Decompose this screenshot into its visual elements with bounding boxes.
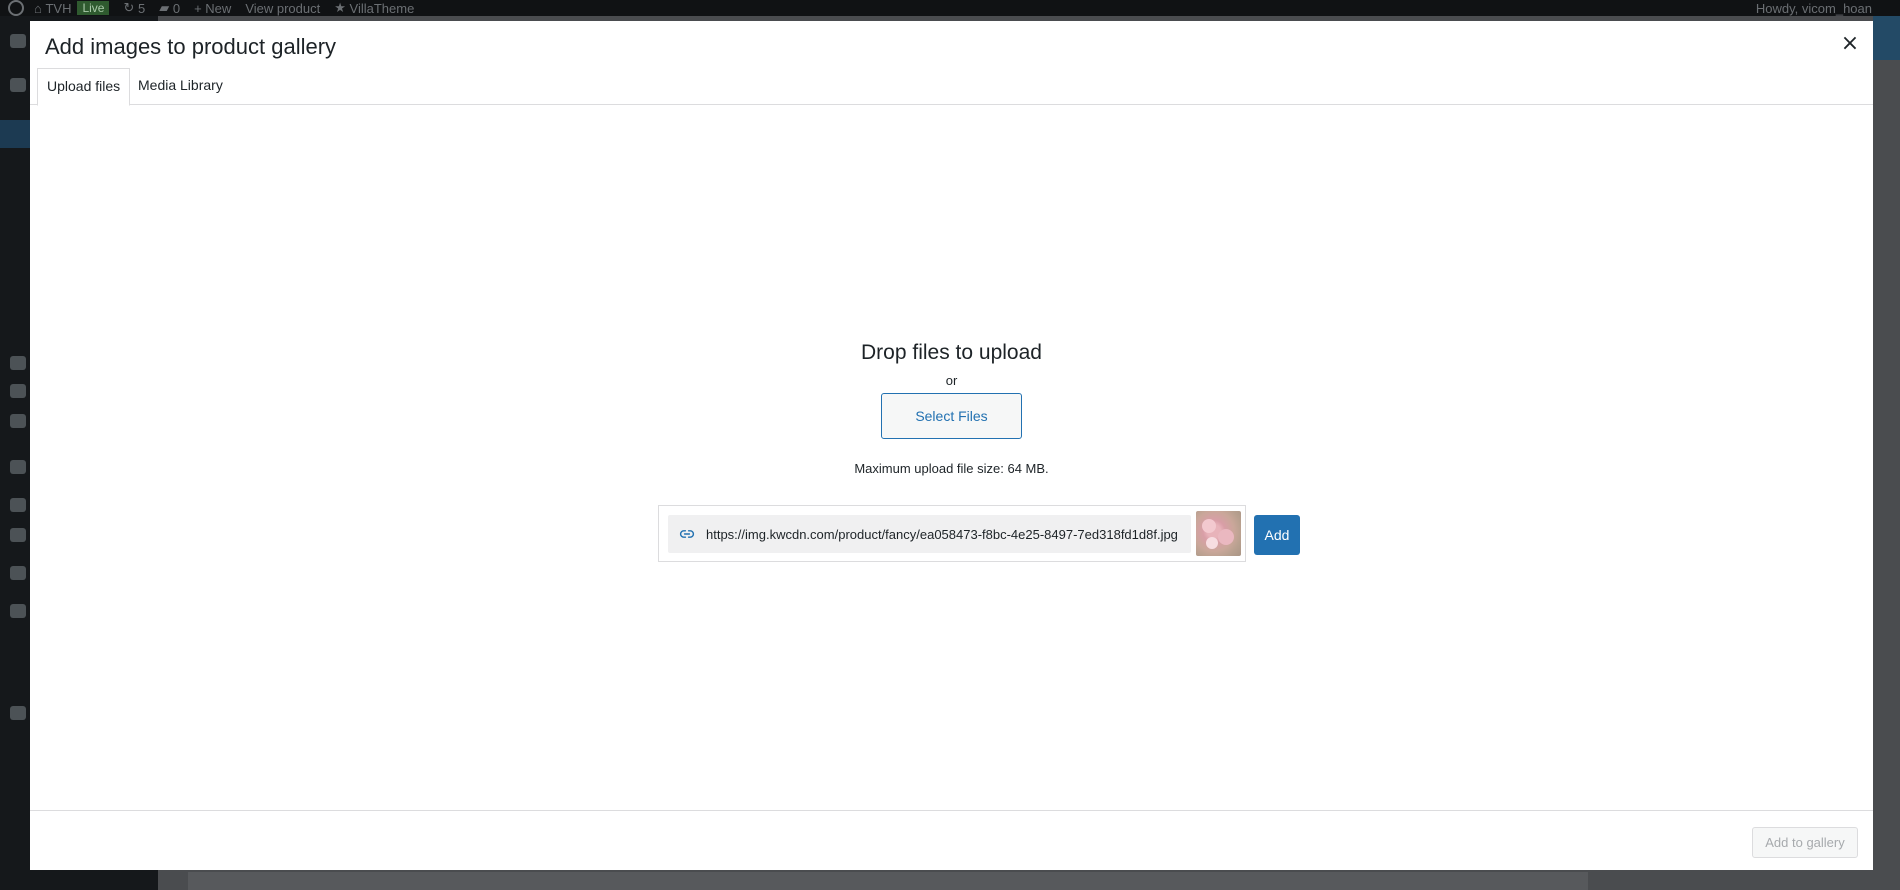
updates-icon: ↻ bbox=[123, 0, 138, 15]
users-icon bbox=[10, 566, 26, 580]
admin-bar-plugin[interactable]: ★ VillaTheme bbox=[334, 0, 414, 16]
site-name: TVH bbox=[45, 0, 72, 16]
woocommerce-icon bbox=[10, 78, 26, 92]
tools-icon bbox=[10, 604, 26, 618]
plugins-icon bbox=[10, 528, 26, 542]
upload-dropzone[interactable]: Drop files to upload or Select Files Max… bbox=[30, 341, 1873, 476]
image-thumbnail bbox=[1196, 511, 1241, 556]
plus-icon: + bbox=[194, 0, 206, 16]
close-button[interactable]: × bbox=[1837, 31, 1863, 57]
admin-bar-account[interactable]: Howdy, vicom_hoan bbox=[1756, 0, 1872, 16]
add-url-button[interactable]: Add bbox=[1254, 515, 1300, 555]
comments-count: 0 bbox=[172, 0, 181, 16]
admin-bar-view-product[interactable]: View product bbox=[245, 0, 320, 16]
admin-bar-updates[interactable]: ↻ 5 bbox=[123, 0, 145, 16]
admin-bar: ⌂ TVH Live ↻ 5 ▰ 0 + New View product ★ … bbox=[0, 0, 1900, 16]
new-label: New bbox=[205, 0, 232, 16]
tab-media-library[interactable]: Media Library bbox=[129, 68, 232, 105]
url-field[interactable] bbox=[668, 515, 1191, 553]
star-icon: ★ bbox=[334, 0, 350, 15]
settings-icon bbox=[10, 498, 26, 512]
link-icon bbox=[679, 530, 695, 538]
or-text: or bbox=[945, 373, 958, 388]
plugin-label: VillaTheme bbox=[349, 0, 415, 16]
backdrop-panel bbox=[188, 872, 1588, 890]
media-modal: Add images to product gallery × Upload f… bbox=[30, 21, 1873, 870]
tab-upload-files[interactable]: Upload files bbox=[37, 68, 131, 106]
live-badge: Live bbox=[77, 1, 110, 15]
modal-footer: Add to gallery bbox=[30, 810, 1873, 870]
updates-count: 5 bbox=[138, 0, 146, 16]
dashboard-icon bbox=[10, 34, 26, 48]
select-files-button[interactable]: Select Files bbox=[881, 393, 1022, 439]
admin-bar-site[interactable]: ⌂ TVH Live bbox=[34, 0, 110, 16]
admin-bar-comments[interactable]: ▰ 0 bbox=[159, 0, 180, 16]
collapse-icon bbox=[10, 706, 26, 720]
payments-icon bbox=[10, 356, 26, 370]
add-to-gallery-button[interactable]: Add to gallery bbox=[1752, 827, 1858, 858]
drop-files-title: Drop files to upload bbox=[861, 341, 1042, 364]
media-tabs: Upload files Media Library bbox=[30, 68, 1873, 106]
admin-bar-new[interactable]: + New bbox=[194, 0, 231, 16]
backdrop-accent bbox=[1873, 16, 1900, 60]
url-import-box bbox=[658, 505, 1246, 562]
appearance-icon bbox=[10, 460, 26, 474]
modal-title: Add images to product gallery bbox=[45, 34, 337, 59]
image-url-input[interactable] bbox=[706, 515, 1188, 553]
max-upload-size: Maximum upload file size: 64 MB. bbox=[854, 461, 1049, 476]
marketing-icon bbox=[10, 414, 26, 428]
analytics-icon bbox=[10, 384, 26, 398]
home-icon: ⌂ bbox=[34, 0, 46, 16]
comments-icon: ▰ bbox=[159, 0, 173, 15]
wordpress-logo-icon[interactable] bbox=[8, 0, 24, 16]
